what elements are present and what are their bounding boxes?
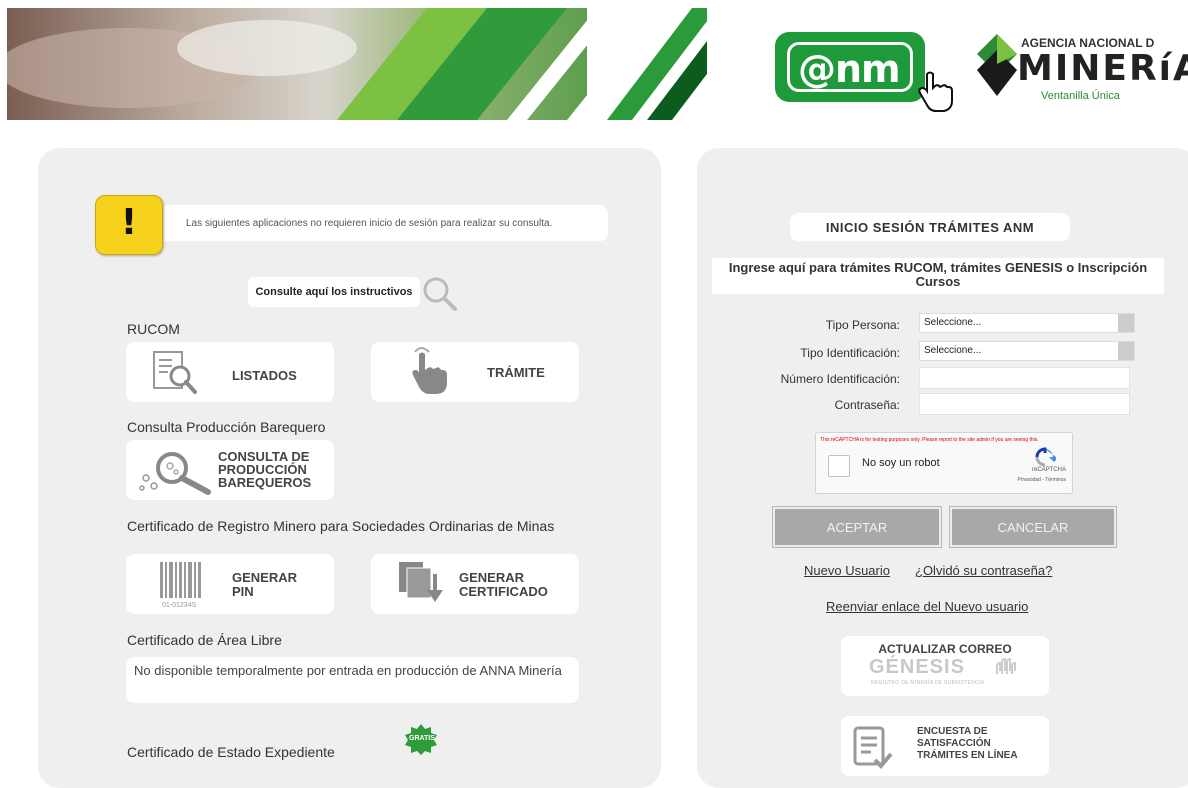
genesis-logo-text: GÉNESIS [869, 656, 965, 678]
pointer-hand-icon [915, 70, 955, 117]
agency-name-line2: MINERíA [1017, 48, 1188, 89]
agency-name-line3: Ventanilla Única [1041, 90, 1120, 102]
recaptcha-links[interactable]: Privacidad - Términos [1017, 477, 1066, 483]
gratis-label: GRATIS [409, 735, 435, 742]
generar-certificado-label-2: CERTIFICADO [459, 584, 548, 599]
password-label: Contraseña: [834, 398, 900, 412]
anm-logo[interactable]: @nm [775, 32, 925, 102]
gratis-badge: GRATIS [400, 722, 442, 756]
tipo-persona-value: Seleccione... [924, 317, 982, 328]
tipo-persona-label: Tipo Persona: [825, 318, 900, 332]
instructivos-link[interactable]: Consulte aquí los instructivos [248, 277, 420, 307]
search-icon[interactable] [422, 276, 458, 317]
recaptcha-widget: This reCAPTCHA is for testing purposes o… [815, 432, 1073, 494]
generar-certificado-label-1: GENERAR [459, 570, 525, 585]
recaptcha-warning: This reCAPTCHA is for testing purposes o… [820, 437, 1039, 443]
agency-logo: AGENCIA NACIONAL D MINERíA Ventanilla Ún… [975, 26, 1188, 106]
aceptar-button[interactable]: ACEPTAR [773, 507, 941, 547]
section-estado-expediente: Certificado de Estado Expediente [127, 744, 335, 760]
section-rucom: RUCOM [127, 321, 180, 337]
generar-pin-button[interactable]: 01-01234S GENERAR PIN [126, 554, 334, 614]
login-title: INICIO SESIÓN TRÁMITES ANM [790, 213, 1070, 241]
section-certificado-registro: Certificado de Registro Minero para Soci… [127, 518, 555, 534]
chevron-down-icon [1118, 342, 1134, 360]
hands-icon [996, 658, 1016, 674]
survey-checklist-icon [853, 726, 893, 769]
pointer-hand-icon [412, 347, 447, 394]
tipo-persona-select[interactable]: Seleccione... [919, 313, 1135, 333]
generar-pin-label-1: GENERAR [232, 570, 298, 585]
actualizar-correo-button[interactable]: ACTUALIZAR CORREO GÉNESIS REGISTRO DE MI… [841, 636, 1049, 696]
cancelar-button[interactable]: CANCELAR [950, 507, 1116, 547]
recaptcha-brand: reCAPTCHA [1031, 467, 1066, 473]
anm-logo-text: @nm [798, 47, 901, 91]
tipo-identificacion-value: Seleccione... [924, 345, 982, 356]
listados-label: LISTADOS [232, 368, 297, 383]
section-area-libre: Certificado de Área Libre [127, 632, 282, 648]
numero-identificacion-label: Número Identificación: [780, 372, 900, 386]
tipo-identificacion-label: Tipo Identificación: [800, 346, 900, 360]
genesis-tagline: REGISTRO DE MINERÍA DE SUBSISTENCIA [871, 680, 985, 686]
actualizar-correo-label: ACTUALIZAR CORREO [878, 642, 1012, 656]
chevron-down-icon [1118, 314, 1134, 332]
generar-certificado-button[interactable]: GENERAR CERTIFICADO [371, 554, 579, 614]
section-barequero: Consulta Producción Barequero [127, 419, 326, 435]
header-banner-image [7, 8, 707, 120]
barcode-number: 01-01234S [162, 602, 197, 609]
login-subtitle: Ingrese aquí para trámites RUCOM, trámit… [712, 258, 1164, 294]
tramite-button[interactable]: TRÁMITE [371, 342, 579, 402]
password-input[interactable] [919, 393, 1130, 415]
magnifier-nuggets-icon [139, 452, 211, 495]
warning-icon: ! [95, 195, 163, 255]
nuevo-usuario-link[interactable]: Nuevo Usuario [804, 563, 890, 578]
consulta-label-3: BAREQUEROS [218, 475, 312, 490]
encuesta-satisfaccion-button[interactable]: ENCUESTA DE SATISFACCIÓN TRÁMITES EN LÍN… [841, 716, 1049, 776]
area-libre-message: No disponible temporalmente por entrada … [126, 657, 579, 703]
tramite-label: TRÁMITE [487, 365, 545, 380]
listados-button[interactable]: LISTADOS [126, 342, 334, 402]
recaptcha-label: No soy un robot [862, 457, 940, 469]
encuesta-label-2: SATISFACCIÓN [917, 738, 991, 749]
generar-pin-label-2: PIN [232, 584, 254, 599]
document-download-icon [399, 562, 443, 602]
consulta-barequeros-button[interactable]: CONSULTA DE PRODUCCIÓN BAREQUEROS [126, 440, 334, 500]
reenviar-enlace-link[interactable]: Reenviar enlace del Nuevo usuario [826, 599, 1028, 614]
recaptcha-logo-icon [1035, 447, 1056, 467]
encuesta-label-1: ENCUESTA DE [917, 726, 988, 737]
numero-identificacion-input[interactable] [919, 367, 1130, 389]
recaptcha-checkbox[interactable] [828, 455, 850, 477]
instructivos-label: Consulte aquí los instructivos [255, 286, 413, 298]
tipo-identificacion-select[interactable]: Seleccione... [919, 341, 1135, 361]
anm-logo-frame: @nm [787, 42, 913, 92]
mineria-diamond-icon [977, 34, 1017, 96]
notice-text: Las siguientes aplicaciones no requieren… [148, 205, 608, 241]
encuesta-label-3: TRÁMITES EN LÍNEA [917, 750, 1018, 761]
document-search-icon [153, 351, 197, 394]
olvido-contrasena-link[interactable]: ¿Olvidó su contraseña? [915, 563, 1052, 578]
